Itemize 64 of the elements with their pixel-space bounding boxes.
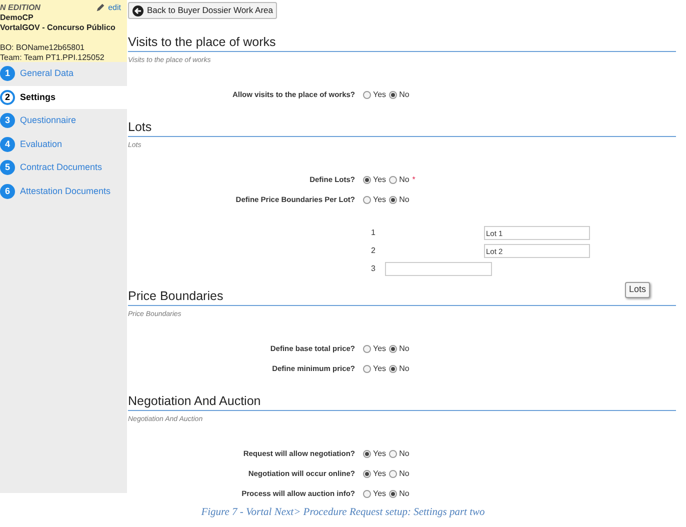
step-label: Evaluation [20, 138, 62, 150]
back-arrow-icon [132, 4, 144, 16]
required-marker: * [412, 174, 416, 186]
lot-number: 2 [371, 245, 376, 257]
radio-option[interactable]: Yes [363, 343, 386, 355]
radio-option[interactable]: No [389, 468, 410, 480]
radio-button[interactable] [389, 345, 398, 353]
bo-label: BO: BOName12b65801 [0, 43, 86, 53]
radio-option[interactable]: Yes [363, 448, 386, 460]
procedure-name: VortalGOV - Concurso Público [0, 23, 116, 33]
step-label: General Data [20, 67, 74, 80]
radio-option[interactable]: Yes [363, 174, 386, 186]
section-heading: Lots [128, 120, 676, 136]
team-label: Team: Team PT1.PPI.125052 [0, 53, 106, 63]
pencil-icon [95, 2, 106, 13]
section-heading: Negotiation And Auction [128, 394, 676, 410]
radio-button[interactable] [389, 450, 398, 458]
step-item[interactable]: 2 Settings [0, 86, 127, 109]
status-label: N EDITION [0, 2, 40, 12]
radio-button[interactable] [389, 365, 398, 373]
radio-option[interactable]: No [389, 363, 410, 375]
step-number: 3 [0, 113, 15, 128]
step-number: 1 [0, 66, 15, 82]
step-number: 5 [0, 160, 15, 176]
section-heading: Visits to the place of works [128, 35, 676, 52]
lot-number: 1 [371, 227, 376, 239]
step-label: Contract Documents [20, 161, 102, 174]
step-number: 4 [0, 136, 15, 152]
radio-option[interactable]: Yes [363, 363, 386, 375]
radio-button[interactable] [363, 365, 371, 373]
lot-number: 3 [371, 263, 376, 275]
back-button[interactable]: Back to Buyer Dossier Work Area [128, 2, 277, 19]
lot-name-field[interactable] [385, 262, 492, 276]
radio-button[interactable] [389, 490, 398, 498]
radio-option[interactable]: No [389, 194, 410, 206]
lots-button[interactable]: Lots [624, 282, 650, 298]
radio-button[interactable] [363, 345, 371, 353]
radio-option[interactable]: Yes [363, 89, 386, 101]
radio-option[interactable]: No [389, 174, 410, 186]
radio-button[interactable] [389, 176, 398, 184]
radio-option[interactable]: No [389, 448, 410, 460]
radio-option[interactable]: Yes [363, 468, 386, 480]
step-number: 6 [0, 184, 15, 199]
radio-button[interactable] [363, 91, 371, 99]
radio-button[interactable] [389, 196, 398, 204]
radio-option[interactable]: No [389, 89, 410, 101]
edit-link[interactable]: edit [95, 2, 127, 13]
step-number: 2 [0, 90, 15, 105]
radio-button[interactable] [389, 91, 398, 99]
figure-caption: Figure 7 - Vortal Next> Procedure Request setup: Settings part two [201, 506, 485, 520]
radio-button[interactable] [363, 470, 371, 478]
radio-option[interactable]: No [389, 343, 410, 355]
radio-option[interactable]: Yes [363, 488, 386, 500]
radio-button[interactable] [363, 490, 371, 498]
radio-option[interactable]: No [389, 488, 410, 500]
radio-button[interactable] [389, 470, 398, 478]
radio-button[interactable] [363, 196, 371, 204]
step-label: Attestation Documents [20, 184, 111, 198]
radio-button[interactable] [363, 450, 371, 458]
radio-option[interactable]: Yes [363, 194, 386, 206]
radio-button[interactable] [363, 176, 371, 184]
step-label: Settings [20, 90, 56, 104]
dossier-name: DemoCP [0, 13, 34, 23]
step-label: Questionnaire [20, 114, 76, 127]
